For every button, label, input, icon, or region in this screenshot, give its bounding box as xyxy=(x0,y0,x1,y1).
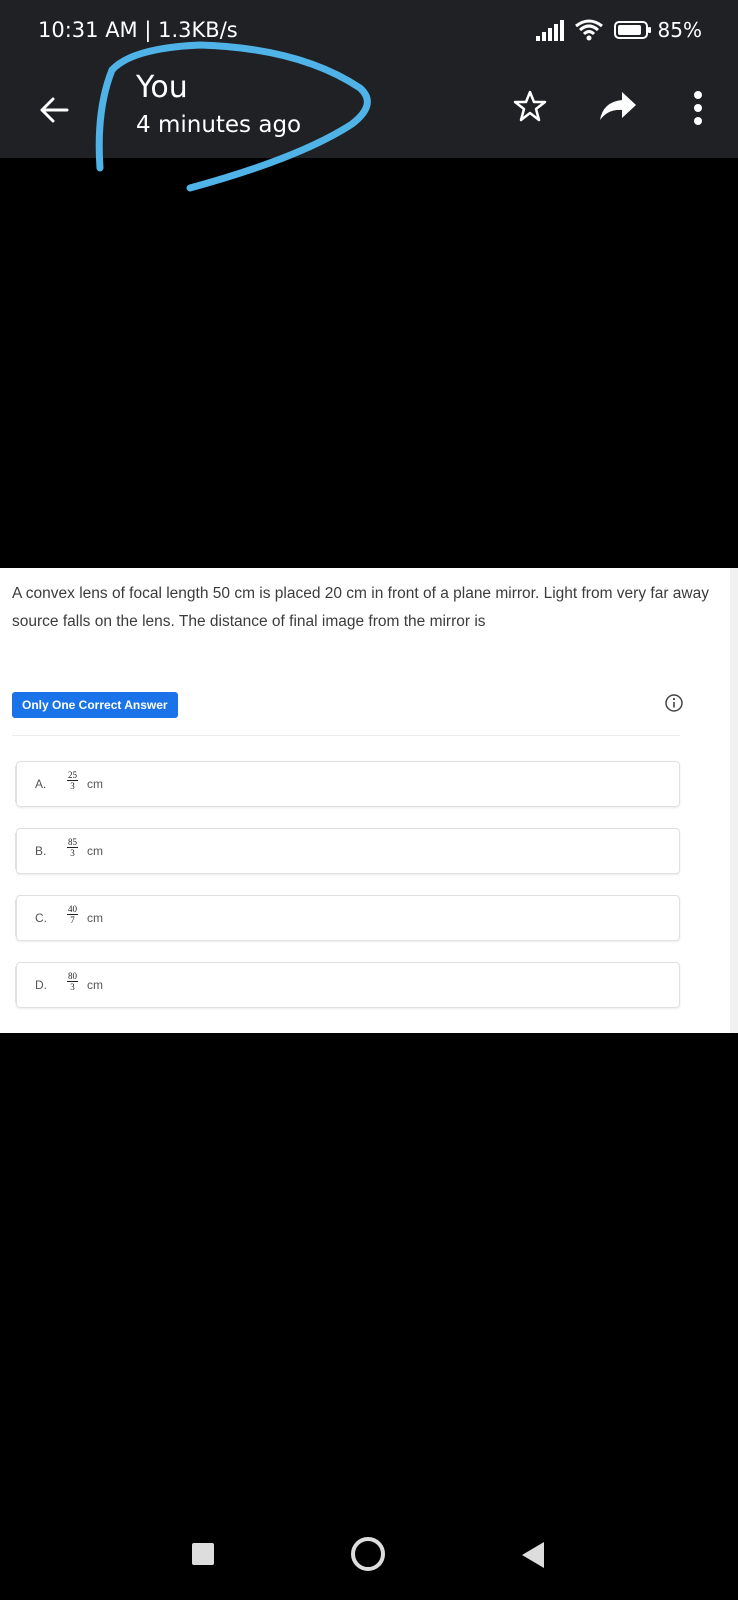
panel-edge xyxy=(730,568,738,1033)
option-fraction: 25 3 xyxy=(67,770,78,791)
option-fraction: 80 3 xyxy=(67,971,78,992)
back-arrow-icon xyxy=(40,97,69,123)
battery-level: 85% xyxy=(657,18,702,42)
numerator: 25 xyxy=(67,770,78,781)
denominator: 3 xyxy=(70,848,75,858)
numerator: 85 xyxy=(67,837,78,848)
option-letter: B. xyxy=(35,844,47,858)
status-separator: | xyxy=(144,18,152,42)
sent-time: 4 minutes ago xyxy=(136,112,302,138)
clock: 10:31 AM xyxy=(38,18,138,42)
option-letter: D. xyxy=(35,978,47,992)
wifi-icon xyxy=(574,19,603,41)
more-vert-icon xyxy=(694,91,702,125)
option-unit: cm xyxy=(87,978,103,992)
star-button[interactable] xyxy=(506,82,554,130)
option-letter: C. xyxy=(35,911,47,925)
option-c[interactable]: C. 40 7 cm xyxy=(15,895,680,941)
info-icon[interactable] xyxy=(664,693,684,713)
numerator: 80 xyxy=(67,971,78,982)
denominator: 3 xyxy=(70,781,75,791)
divider xyxy=(12,735,680,736)
status-time-group: 10:31 AM | 1.3KB/s xyxy=(38,18,238,42)
more-options-button[interactable] xyxy=(678,82,718,134)
signal-icon xyxy=(535,19,564,41)
share-button[interactable] xyxy=(592,82,644,130)
option-fraction: 40 7 xyxy=(67,904,78,925)
option-fraction: 85 3 xyxy=(67,837,78,858)
star-icon xyxy=(513,90,547,122)
option-b[interactable]: B. 85 3 cm xyxy=(15,828,680,874)
denominator: 7 xyxy=(70,915,75,925)
option-a[interactable]: A. 25 3 cm xyxy=(15,761,680,807)
option-unit: cm xyxy=(87,777,103,791)
question-panel: A convex lens of focal length 50 cm is p… xyxy=(0,568,738,1033)
app-bar: You 4 minutes ago xyxy=(0,64,738,158)
back-button[interactable] xyxy=(28,84,80,136)
battery-icon xyxy=(613,21,651,39)
status-icons: 85% xyxy=(535,18,702,42)
status-bar: 10:31 AM | 1.3KB/s 85% xyxy=(0,0,738,64)
option-d[interactable]: D. 80 3 cm xyxy=(15,962,680,1008)
recent-apps-button[interactable] xyxy=(192,1543,214,1565)
option-unit: cm xyxy=(87,911,103,925)
option-letter: A. xyxy=(35,777,47,791)
share-icon xyxy=(600,92,636,120)
numerator: 40 xyxy=(67,904,78,915)
denominator: 3 xyxy=(70,982,75,992)
answer-type-badge: Only One Correct Answer xyxy=(12,692,178,718)
nav-back-button[interactable] xyxy=(522,1542,544,1568)
sender-name: You xyxy=(136,70,188,105)
network-speed: 1.3KB/s xyxy=(158,18,238,42)
question-text: A convex lens of focal length 50 cm is p… xyxy=(12,585,709,630)
home-button[interactable] xyxy=(351,1537,385,1571)
option-unit: cm xyxy=(87,844,103,858)
